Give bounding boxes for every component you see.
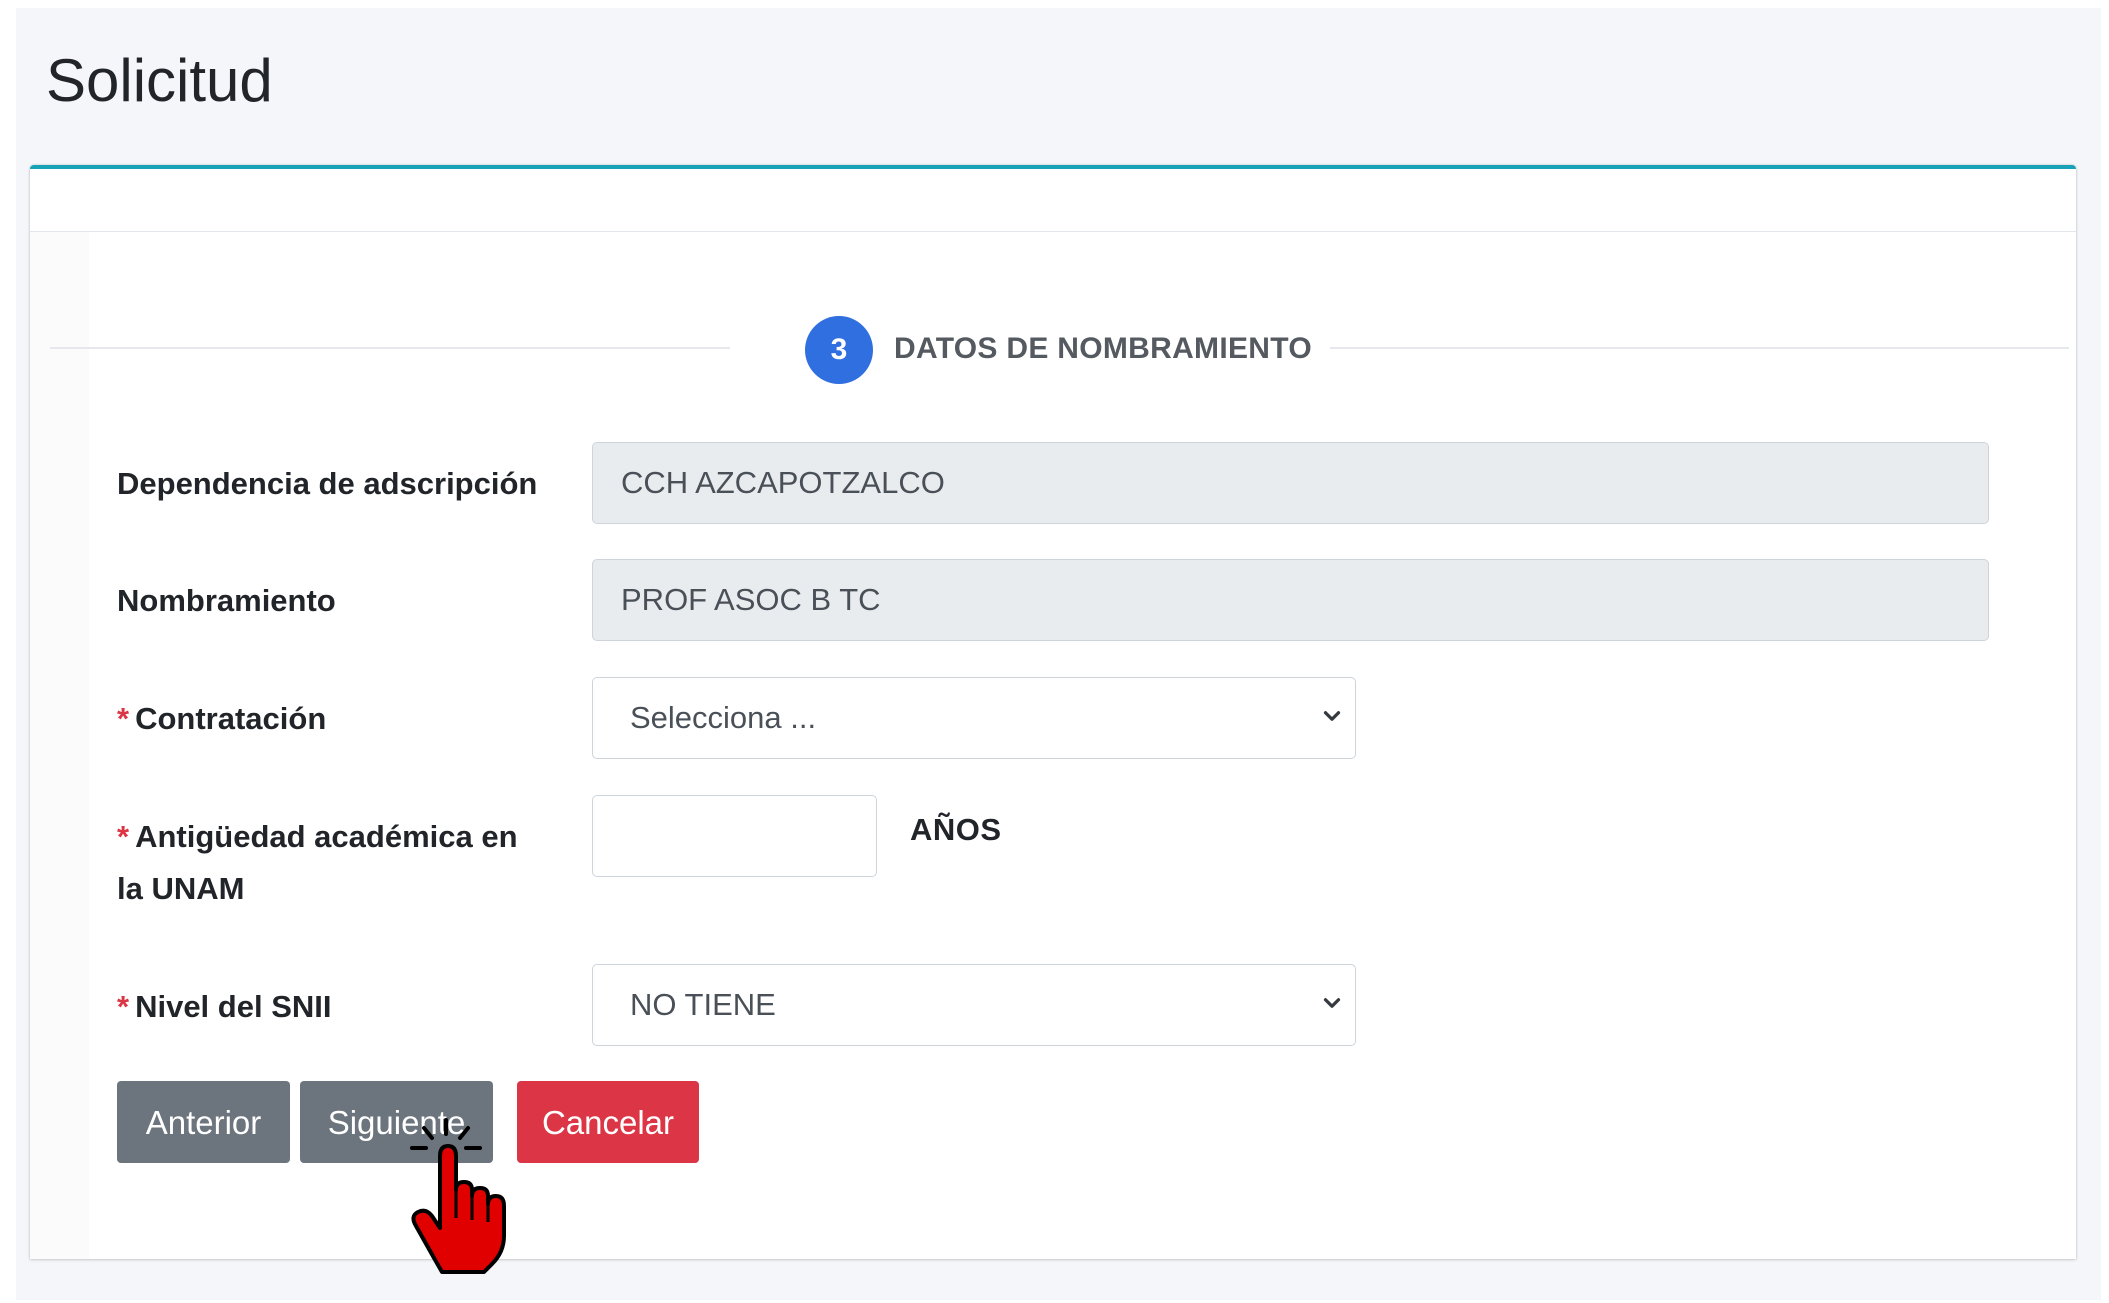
cancelar-button[interactable]: Cancelar	[517, 1081, 699, 1163]
antiguedad-label-line1: Antigüedad académica en	[135, 819, 518, 854]
nombramiento-field: PROF ASOC B TC	[592, 559, 1989, 641]
contratacion-label-text: Contratación	[135, 701, 327, 736]
dependencia-value: CCH AZCAPOTZALCO	[621, 465, 945, 500]
chevron-down-icon	[1323, 711, 1341, 721]
nombramiento-label: Nombramiento	[117, 583, 336, 618]
nivel-snii-select[interactable]: NO TIENE	[592, 964, 1356, 1046]
step-line-left	[50, 347, 730, 349]
required-mark: *	[117, 819, 130, 854]
required-mark: *	[117, 989, 130, 1024]
antiguedad-input[interactable]	[592, 795, 877, 877]
chevron-down-icon	[1323, 998, 1341, 1008]
antiguedad-suffix: AÑOS	[910, 812, 1002, 847]
contratacion-label: * Contratación	[117, 693, 326, 745]
contratacion-selected-value: Selecciona ...	[630, 700, 817, 735]
antiguedad-label-line2: la UNAM	[117, 871, 245, 906]
step-line-right	[1330, 347, 2069, 349]
step-number-badge: 3	[805, 316, 873, 384]
nivel-snii-selected-value: NO TIENE	[630, 987, 776, 1022]
dependencia-field: CCH AZCAPOTZALCO	[592, 442, 1989, 524]
anterior-button[interactable]: Anterior	[117, 1081, 290, 1163]
required-mark: *	[117, 701, 130, 736]
antiguedad-label: * Antigüedad académica en la UNAM	[117, 811, 518, 915]
nivel-snii-label-text: Nivel del SNII	[135, 989, 332, 1024]
nivel-snii-label: * Nivel del SNII	[117, 981, 331, 1033]
contratacion-select[interactable]: Selecciona ...	[592, 677, 1356, 759]
dependencia-label: Dependencia de adscripción	[117, 466, 538, 501]
hand-pointer-icon	[410, 1118, 506, 1274]
step-header: 3 DATOS DE NOMBRAMIENTO	[50, 316, 2069, 384]
card-header-divider	[30, 231, 2076, 232]
nombramiento-value: PROF ASOC B TC	[621, 582, 881, 617]
card-gutter	[30, 232, 89, 1259]
page-title: Solicitud	[46, 47, 273, 114]
step-label: DATOS DE NOMBRAMIENTO	[894, 332, 1312, 365]
